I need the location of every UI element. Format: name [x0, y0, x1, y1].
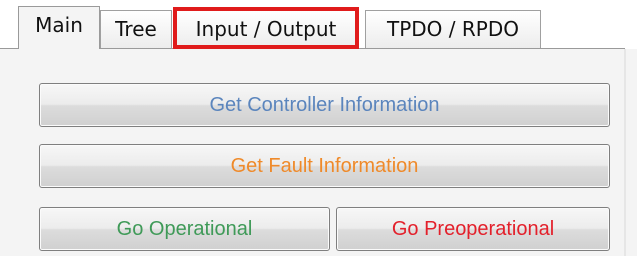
go-operational-label: Go Operational: [116, 218, 253, 240]
tab-tpdo-rpdo[interactable]: TPDO / RPDO: [365, 10, 541, 49]
tab-tree[interactable]: Tree: [100, 10, 172, 49]
get-controller-information-label: Get Controller Information: [209, 94, 440, 116]
tab-input-output-label: Input / Output: [195, 17, 337, 41]
tab-strip: Main Tree Input / Output TPDO / RPDO: [0, 0, 637, 49]
tab-main-label: Main: [35, 13, 83, 37]
panel-right-edge: [624, 49, 626, 256]
go-operational-button[interactable]: Go Operational: [39, 207, 330, 251]
get-controller-information-button[interactable]: Get Controller Information: [39, 83, 610, 127]
tab-tpdo-rpdo-label: TPDO / RPDO: [387, 17, 519, 41]
go-preoperational-button[interactable]: Go Preoperational: [336, 207, 610, 251]
get-fault-information-label: Get Fault Information: [230, 155, 419, 177]
tab-input-output[interactable]: Input / Output: [173, 10, 359, 49]
go-preoperational-label: Go Preoperational: [391, 218, 555, 240]
tab-main[interactable]: Main: [18, 6, 100, 49]
get-fault-information-button[interactable]: Get Fault Information: [39, 144, 610, 188]
tab-tree-label: Tree: [115, 17, 157, 41]
